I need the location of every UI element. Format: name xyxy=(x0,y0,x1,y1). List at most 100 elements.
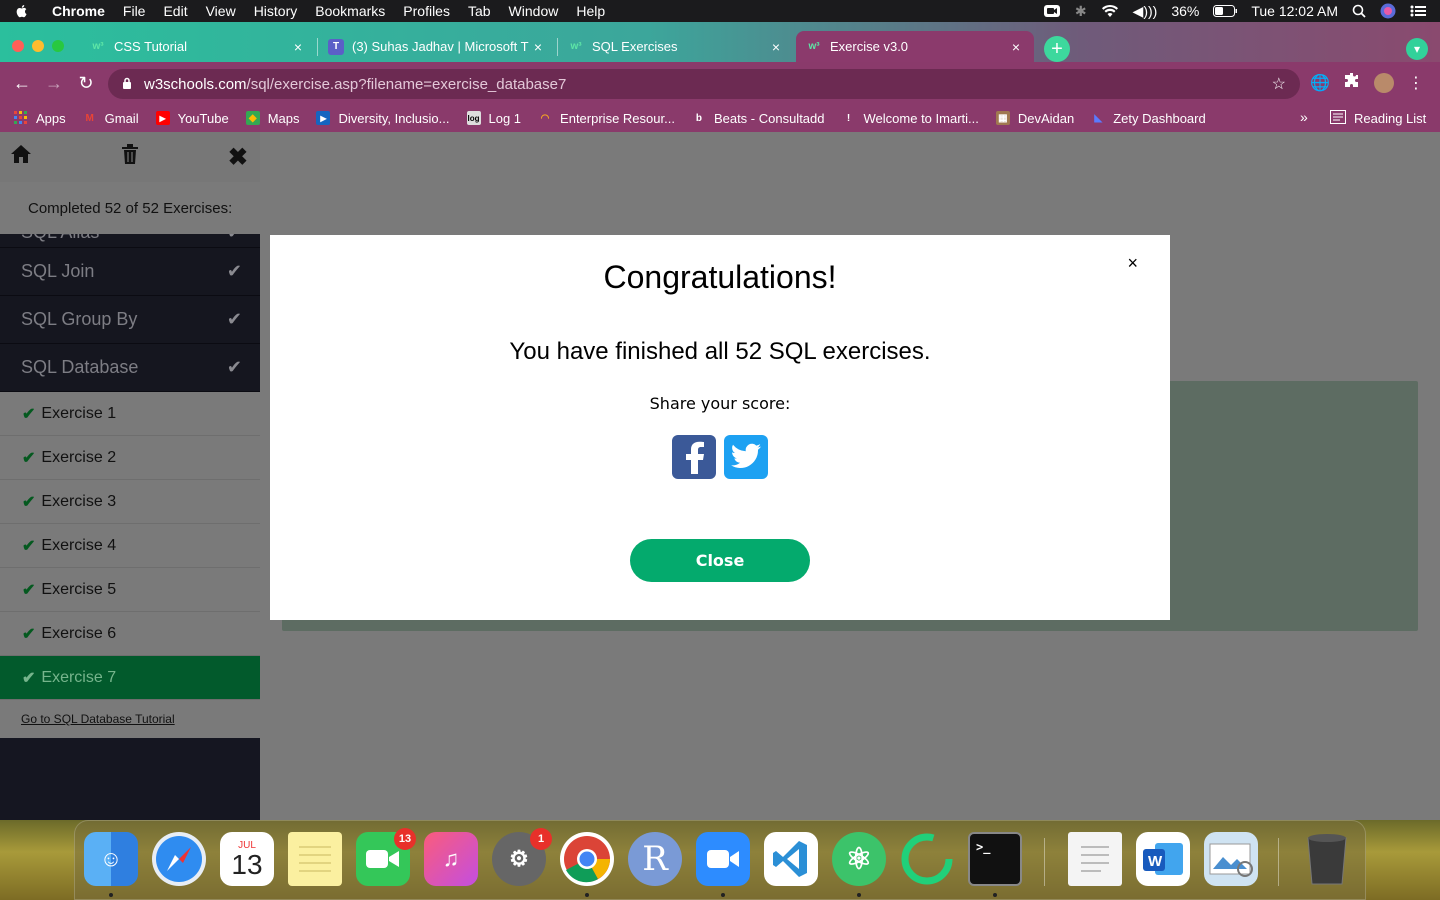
menu-history[interactable]: History xyxy=(254,3,298,19)
tab-close-icon[interactable]: × xyxy=(768,39,784,55)
address-bar[interactable]: w3schools.com/sql/exercise.asp?filename=… xyxy=(108,69,1300,99)
menu-app-name[interactable]: Chrome xyxy=(52,3,105,19)
checkmark-icon: ✔ xyxy=(22,669,36,687)
tab-microsoft-teams[interactable]: T (3) Suhas Jadhav | Microsoft T × xyxy=(318,31,556,62)
tab-css-tutorial[interactable]: w³ CSS Tutorial × xyxy=(80,31,316,62)
sidebar-toolbar: ✖ xyxy=(0,132,260,182)
finder-icon[interactable]: ☺ xyxy=(84,832,138,886)
reload-icon[interactable]: ↻ xyxy=(70,73,102,94)
spotlight-search-icon[interactable] xyxy=(1352,4,1366,18)
sidebar-exercise-4[interactable]: ✔ Exercise 4 xyxy=(0,524,260,568)
word-icon[interactable]: W xyxy=(1136,832,1190,886)
sidebar-section-sql-group-by[interactable]: SQL Group By ✔ xyxy=(0,296,260,344)
chrome-icon[interactable] xyxy=(560,832,614,886)
sidebar-section-sql-database[interactable]: SQL Database ✔ xyxy=(0,344,260,392)
puzzle-extensions-icon[interactable] xyxy=(1344,72,1360,93)
tab-sql-exercises[interactable]: w³ SQL Exercises × xyxy=(558,31,794,62)
bookmark-beats[interactable]: b Beats - Consultadd xyxy=(692,111,825,126)
zoom-icon[interactable] xyxy=(696,832,750,886)
bluetooth-icon[interactable]: ✱ xyxy=(1075,3,1087,20)
calendar-icon[interactable]: JUL 13 xyxy=(220,832,274,886)
menu-tab[interactable]: Tab xyxy=(468,3,491,19)
profile-avatar[interactable] xyxy=(1373,72,1394,93)
atom-icon[interactable]: ⚛ xyxy=(832,832,886,886)
sidebar-exercise-2[interactable]: ✔ Exercise 2 xyxy=(0,436,260,480)
vscode-icon[interactable] xyxy=(764,832,818,886)
tab-exercise-v3[interactable]: w³ Exercise v3.0 × xyxy=(796,31,1034,62)
lock-icon[interactable] xyxy=(122,77,132,92)
forward-arrow-icon[interactable]: → xyxy=(38,73,70,94)
twitter-icon[interactable] xyxy=(724,435,768,479)
bookmark-log1[interactable]: log Log 1 xyxy=(466,111,521,126)
bookmark-zety[interactable]: ◣ Zety Dashboard xyxy=(1091,111,1205,126)
music-icon[interactable]: ♫ xyxy=(424,832,478,886)
back-arrow-icon[interactable]: ← xyxy=(6,73,38,94)
sidebar-exercise-1[interactable]: ✔ Exercise 1 xyxy=(0,392,260,436)
apple-icon[interactable] xyxy=(14,3,30,19)
menu-help[interactable]: Help xyxy=(576,3,605,19)
menu-edit[interactable]: Edit xyxy=(163,3,187,19)
checkmark-icon: ✔ xyxy=(227,234,242,243)
sidebar-exercise-3[interactable]: ✔ Exercise 3 xyxy=(0,480,260,524)
facebook-icon[interactable] xyxy=(672,435,716,479)
textedit-icon[interactable] xyxy=(1068,832,1122,886)
sidebar-section-sql-alias[interactable]: SQL Alias ✔ xyxy=(0,234,260,248)
sql-database-tutorial-link[interactable]: Go to SQL Database Tutorial xyxy=(0,700,260,738)
menu-window[interactable]: Window xyxy=(509,3,559,19)
bookmark-star-icon[interactable]: ☆ xyxy=(1272,74,1286,94)
bookmark-imarticus[interactable]: ! Welcome to Imarti... xyxy=(842,111,979,126)
sidebar-section-sql-join[interactable]: SQL Join ✔ xyxy=(0,248,260,296)
control-center-icon[interactable] xyxy=(1410,5,1426,17)
video-play-icon: ▶ xyxy=(316,111,331,125)
menu-file[interactable]: File xyxy=(123,3,146,19)
zoom-status-icon[interactable] xyxy=(1043,4,1061,18)
terminal-icon[interactable]: >_ xyxy=(968,832,1022,886)
tab-close-icon[interactable]: × xyxy=(530,39,546,55)
clock[interactable]: Tue 12:02 AM xyxy=(1251,3,1338,19)
bookmark-apps[interactable]: Apps xyxy=(14,111,66,126)
exercise-label: Exercise 7 xyxy=(41,668,117,686)
bookmark-label: Diversity, Inclusio... xyxy=(338,110,450,126)
checkmark-icon: ✔ xyxy=(226,357,242,377)
close-icon[interactable]: ✖ xyxy=(228,143,248,172)
bookmarks-overflow-chevron-icon[interactable]: » xyxy=(1300,109,1308,125)
bookmark-enterprise[interactable]: ◠ Enterprise Resour... xyxy=(538,111,675,126)
safari-icon[interactable] xyxy=(152,832,206,886)
menu-profiles[interactable]: Profiles xyxy=(403,3,450,19)
tab-close-icon[interactable]: × xyxy=(1008,39,1024,55)
wifi-icon[interactable] xyxy=(1101,4,1119,18)
notes-icon[interactable] xyxy=(288,832,342,886)
preview-icon[interactable] xyxy=(1204,832,1258,886)
bookmark-devaidan[interactable]: ▦ DevAidan xyxy=(995,111,1074,126)
close-button[interactable]: Close xyxy=(630,539,810,582)
window-zoom-button[interactable] xyxy=(52,40,64,52)
volume-icon[interactable]: ◀︎))) xyxy=(1133,3,1158,20)
bookmark-diversity[interactable]: ▶ Diversity, Inclusio... xyxy=(316,110,450,126)
bookmark-youtube[interactable]: ▶ YouTube xyxy=(155,111,229,126)
home-icon[interactable] xyxy=(10,144,32,170)
sidebar-exercise-7-active[interactable]: ✔ Exercise 7 xyxy=(0,656,260,700)
sidebar-exercise-6[interactable]: ✔ Exercise 6 xyxy=(0,612,260,656)
more-menu-icon[interactable]: ⋮ xyxy=(1408,73,1424,93)
new-tab-plus-icon[interactable]: + xyxy=(1044,36,1070,62)
modal-close-icon[interactable]: × xyxy=(1127,253,1138,274)
bookmark-maps[interactable]: ◆ Maps xyxy=(245,111,299,126)
menu-view[interactable]: View xyxy=(206,3,236,19)
window-close-button[interactable] xyxy=(12,40,24,52)
r-studio-icon[interactable]: R xyxy=(628,832,682,886)
window-minimize-button[interactable] xyxy=(32,40,44,52)
battery-icon[interactable] xyxy=(1213,5,1238,17)
pycharm-ring-icon[interactable] xyxy=(900,832,954,886)
sidebar-exercise-5[interactable]: ✔ Exercise 5 xyxy=(0,568,260,612)
reading-list-button[interactable]: Reading List xyxy=(1330,110,1426,127)
bookmark-gmail[interactable]: M Gmail xyxy=(83,111,138,126)
globe-extension-icon[interactable]: 🌐 xyxy=(1310,73,1330,93)
trash-bin-icon[interactable] xyxy=(1300,832,1354,886)
zety-icon: ◣ xyxy=(1094,112,1103,124)
chevron-down-icon[interactable]: ▾ xyxy=(1406,38,1428,60)
reading-list-label: Reading List xyxy=(1354,111,1427,126)
menu-bookmarks[interactable]: Bookmarks xyxy=(315,3,385,19)
siri-icon[interactable] xyxy=(1380,3,1396,19)
tab-close-icon[interactable]: × xyxy=(290,39,306,55)
trash-icon[interactable] xyxy=(121,144,139,170)
